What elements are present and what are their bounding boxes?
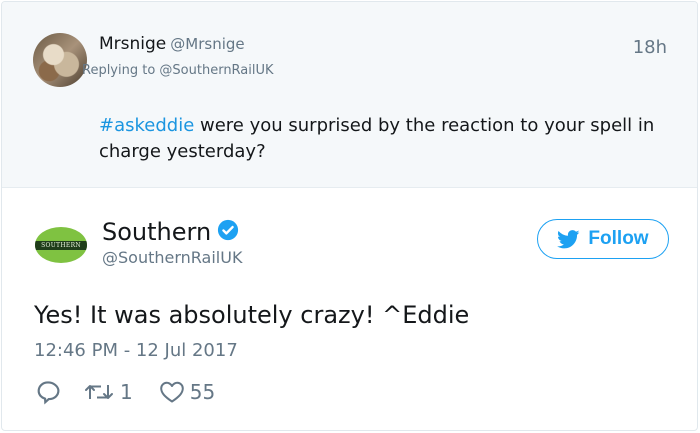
tweet-timestamp[interactable]: 12:46 PM - 12 Jul 2017 — [34, 340, 238, 361]
parent-tweet-text: #askeddie were you surprised by the reac… — [99, 113, 669, 165]
retweet-icon — [85, 385, 113, 399]
follow-button[interactable]: Follow — [537, 219, 669, 259]
reply-icon — [37, 381, 60, 405]
author-name[interactable]: Southern — [102, 218, 211, 246]
like-button[interactable]: 55 — [159, 380, 215, 404]
reply-button[interactable] — [35, 379, 61, 405]
tweet-author[interactable]: Southern — [102, 218, 239, 246]
author-handle[interactable]: @SouthernRailUK — [102, 248, 242, 267]
author-handle[interactable]: @Mrsnige — [170, 35, 244, 53]
tweet-actions: 1 55 — [35, 378, 215, 406]
avatar[interactable]: SOUTHERN — [35, 227, 87, 263]
follow-label: Follow — [588, 228, 649, 249]
retweet-count: 1 — [120, 380, 133, 404]
parent-author[interactable]: Mrsnige @Mrsnige — [99, 34, 245, 54]
author-name[interactable]: Mrsnige — [99, 34, 166, 54]
avatar-logo-text: SOUTHERN — [35, 241, 87, 250]
twitter-bird-icon — [557, 229, 580, 248]
tweet-time[interactable]: 18h — [633, 37, 667, 58]
tweet-embed: Mrsnige @Mrsnige 18h Replying to @Souther… — [1, 1, 698, 431]
retweet-button[interactable]: 1 — [83, 380, 133, 404]
parent-tweet[interactable]: Mrsnige @Mrsnige 18h Replying to @Souther… — [2, 2, 697, 188]
like-count: 55 — [189, 380, 216, 404]
replying-to[interactable]: Replying to @SouthernRailUK — [82, 63, 274, 78]
tweet-text: Yes! It was absolutely crazy! ^Eddie — [34, 301, 470, 329]
verified-icon — [218, 219, 239, 241]
hashtag-link[interactable]: #askeddie — [99, 115, 194, 136]
avatar[interactable] — [33, 33, 87, 87]
like-icon — [159, 381, 184, 403]
